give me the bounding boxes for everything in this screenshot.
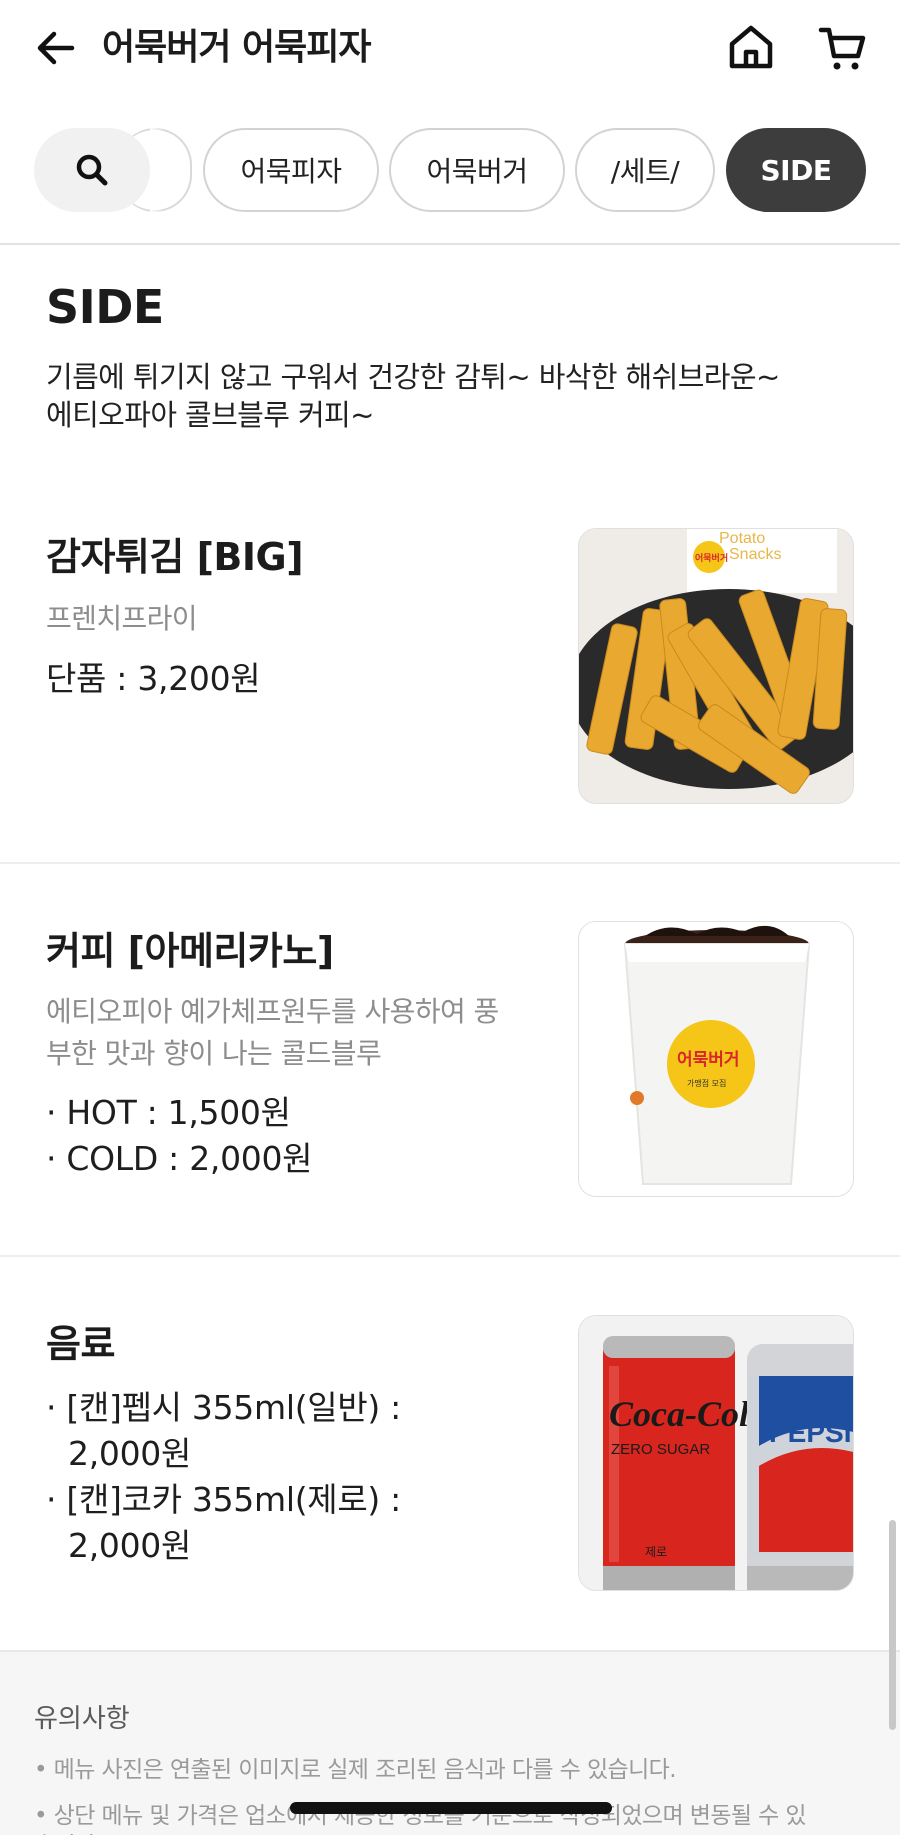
section-title: SIDE [46, 280, 164, 334]
cart-icon[interactable] [818, 24, 868, 74]
tab-eomuk-burger[interactable]: 어묵버거 [389, 128, 565, 212]
fries-image[interactable]: Potato Snacks 어묵버거 [578, 528, 854, 804]
coffee-image[interactable]: 어묵버거 가맹점 모집 [578, 921, 854, 1197]
item-description: 프렌치프라이 [46, 598, 546, 640]
item-price: · [캔]펩시 355ml(일반) : 2,000원 · [캔]코카 355ml… [46, 1385, 466, 1569]
item-description-line: 에티오피아 예가체프원두를 사용하여 풍 [46, 995, 499, 1028]
item-price-line: · [캔]펩시 355ml(일반) : [46, 1388, 401, 1427]
home-icon[interactable] [726, 22, 776, 72]
fries-logo-text: 어묵버거 [695, 552, 728, 564]
tab-divider [0, 243, 900, 245]
tab-side[interactable]: SIDE [726, 128, 866, 212]
item-description-line: 부한 맛과 향이 나는 콜드블루 [46, 1037, 382, 1070]
item-price-line: 2,000원 [68, 1434, 192, 1473]
section-description-line: 기름에 튀기지 않고 구워서 건강한 감튀~ 바삭한 해쉬브라운~ [46, 360, 780, 394]
item-divider [0, 862, 900, 864]
page-title: 어묵버거 어묵피자 [102, 27, 371, 68]
tab-eomuk-pizza[interactable]: 어묵피자 [203, 128, 379, 212]
item-name: 음료 [46, 1322, 115, 1366]
fries-bag-text: Snacks [729, 546, 781, 563]
category-tab-bar: 어묵피자 어묵버거 /세트/ SIDE [0, 120, 900, 224]
home-indicator[interactable] [290, 1802, 612, 1814]
item-price: · HOT : 1,500원 · COLD : 2,000원 [46, 1090, 466, 1182]
item-divider [0, 1255, 900, 1257]
section-description-line: 에티오파아 콜브블루 커피~ [46, 398, 374, 432]
item-price-line: 단품 : 3,200원 [46, 659, 261, 698]
item-name: 감자튀김 [BIG] [46, 535, 304, 579]
coke-sub-text: ZERO SUGAR [611, 1441, 710, 1458]
item-description: 에티오피아 예가체프원두를 사용하여 풍 부한 맛과 향이 나는 콜드블루 [46, 991, 546, 1075]
item-description-line: 프렌치프라이 [46, 602, 198, 635]
cup-logo-text: 어묵버거 [677, 1050, 740, 1070]
coke-bottom-text: 제로 [645, 1545, 667, 1559]
notice-line: 습니다. [34, 1826, 874, 1835]
scrollbar[interactable] [889, 1520, 896, 1730]
drinks-image[interactable]: Coca-Cola ZERO SUGAR 제로 PEPSI [578, 1315, 854, 1591]
search-button[interactable] [34, 128, 150, 212]
back-arrow-icon[interactable] [34, 26, 78, 70]
search-icon [76, 154, 108, 186]
pepsi-brand-text: PEPSI [769, 1417, 851, 1448]
fries-bag-text: Potato [719, 530, 765, 547]
top-app-bar: 어묵버거 어묵피자 [0, 0, 900, 100]
notice-title: 유의사항 [34, 1704, 130, 1734]
item-name: 커피 [아메리카노] [46, 929, 334, 973]
item-price-line: · HOT : 1,500원 [46, 1093, 291, 1132]
section-description: 기름에 튀기지 않고 구워서 건강한 감튀~ 바삭한 해쉬브라운~ 에티오파아 … [46, 358, 866, 434]
item-price-line: · [캔]코카 355ml(제로) : [46, 1480, 401, 1519]
tab-fade [150, 120, 164, 224]
tab-set[interactable]: /세트/ [575, 128, 715, 212]
item-price: 단품 : 3,200원 [46, 656, 466, 702]
item-price-line: · COLD : 2,000원 [46, 1139, 313, 1178]
notice-line: • 메뉴 사진은 연출된 이미지로 실제 조리된 음식과 다를 수 있습니다. [34, 1757, 677, 1783]
cup-sub-text: 가맹점 모집 [687, 1078, 726, 1088]
coke-brand-text: Coca-Cola [609, 1394, 767, 1434]
item-price-line: 2,000원 [68, 1526, 192, 1565]
